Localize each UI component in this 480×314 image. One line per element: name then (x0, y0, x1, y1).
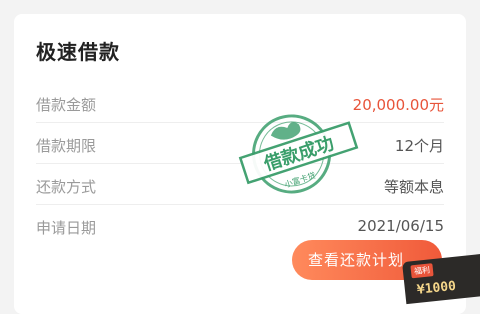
row-label: 申请日期 (36, 219, 97, 237)
loan-success-stamp: 借款成功 小富卡贷 (238, 114, 359, 194)
row-label: 借款金额 (36, 96, 97, 114)
loan-amount-value: 20,000.00元 (352, 96, 444, 114)
bonus-value: ¥1000 (416, 278, 457, 298)
bonus-tag: 福利 (410, 263, 434, 279)
row-label: 借款期限 (36, 137, 97, 155)
row-label: 还款方式 (36, 178, 97, 196)
loan-term-value: 12个月 (394, 137, 444, 155)
repayment-method-value: 等额本息 (383, 178, 444, 196)
bonus-badge[interactable]: 福利 ¥1000 (402, 253, 480, 305)
application-date-value: 2021/06/15 (357, 217, 444, 235)
card-title: 极速借款 (36, 40, 120, 64)
row-application-date: 申请日期 2021/06/15 (36, 205, 444, 245)
